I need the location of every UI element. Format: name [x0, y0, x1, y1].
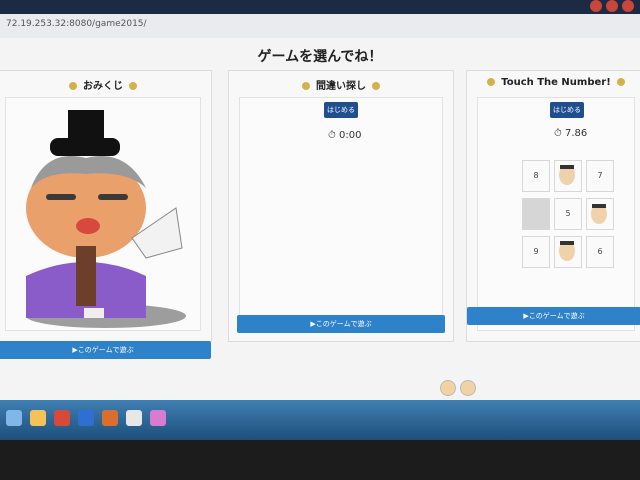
media-player-icon[interactable]	[54, 410, 70, 426]
folder-icon[interactable]	[30, 410, 46, 426]
panel-title: Touch The Number!	[467, 77, 640, 88]
number-tile[interactable]: 6	[586, 236, 614, 268]
page: ゲームを選んでね！ おみくじ ▶このゲームで遊ぶ 間違い探し はじめる ⏱ 0:…	[0, 38, 640, 440]
game-area: はじめる ⏱ 0:00	[239, 97, 443, 331]
coin-icon	[486, 78, 495, 86]
number-tile[interactable]: 8	[522, 160, 550, 192]
play-button-omikuji[interactable]: ▶このゲームで遊ぶ	[0, 341, 211, 359]
address-bar[interactable]: 72.19.253.32:8080/game2015/	[0, 14, 640, 39]
panel-title-text: おみくじ	[83, 81, 123, 92]
number-tile[interactable]: 9	[522, 236, 550, 268]
number-tile[interactable]: 7	[586, 160, 614, 192]
face-icon	[559, 165, 575, 185]
maximize-icon[interactable]	[606, 0, 618, 12]
start-icon[interactable]	[6, 410, 22, 426]
game-area: はじめる ⏱ 7.86 8 7 5 9 6	[477, 97, 635, 331]
coin-icon	[129, 82, 138, 90]
game-area	[5, 97, 201, 331]
panel-touch-number: Touch The Number! はじめる ⏱ 7.86 8 7 5 9 6 …	[466, 70, 640, 342]
avatar	[440, 380, 456, 396]
window-titlebar	[0, 0, 640, 14]
avatar-group	[440, 380, 476, 396]
firefox-icon[interactable]	[102, 410, 118, 426]
start-button[interactable]: はじめる	[550, 102, 584, 118]
timer: ⏱ 0:00	[328, 130, 361, 141]
priest-character-icon	[26, 110, 186, 328]
play-button-spot-difference[interactable]: ▶このゲームで遊ぶ	[237, 315, 445, 333]
start-button[interactable]: はじめる	[324, 102, 358, 118]
panel-title-text: Touch The Number!	[501, 77, 611, 88]
face-icon	[559, 241, 575, 261]
timer-value: 0:00	[339, 130, 362, 141]
avatar	[460, 380, 476, 396]
coin-icon	[372, 82, 381, 90]
browser-icon[interactable]	[78, 410, 94, 426]
play-button-touch-number[interactable]: ▶このゲームで遊ぶ	[467, 307, 640, 325]
minimize-icon[interactable]	[590, 0, 602, 12]
panel-spot-difference: 間違い探し はじめる ⏱ 0:00 ▶このゲームで遊ぶ	[228, 70, 454, 342]
timer-value: 7.86	[565, 128, 588, 139]
window-controls	[590, 0, 634, 12]
monitor-bezel	[0, 440, 640, 480]
clock-icon: ⏱	[328, 130, 336, 141]
paint-icon[interactable]	[150, 410, 166, 426]
number-tile[interactable]: 5	[554, 198, 582, 230]
clock-icon: ⏱	[554, 128, 562, 139]
panel-title: おみくじ	[0, 77, 211, 92]
coin-icon	[68, 82, 77, 90]
chrome-icon[interactable]	[126, 410, 142, 426]
panel-title: 間違い探し	[229, 77, 453, 92]
panel-omikuji: おみくじ ▶このゲームで遊ぶ	[0, 70, 212, 359]
number-tile[interactable]	[522, 198, 550, 230]
timer: ⏱ 7.86	[554, 128, 587, 139]
address-text[interactable]: 72.19.253.32:8080/game2015/	[6, 19, 147, 29]
coin-icon	[301, 82, 310, 90]
page-title: ゲームを選んでね！	[257, 49, 383, 65]
face-icon	[591, 204, 607, 224]
taskbar	[0, 400, 640, 440]
coin-icon	[617, 78, 626, 86]
close-icon[interactable]	[622, 0, 634, 12]
panel-title-text: 間違い探し	[316, 81, 366, 92]
